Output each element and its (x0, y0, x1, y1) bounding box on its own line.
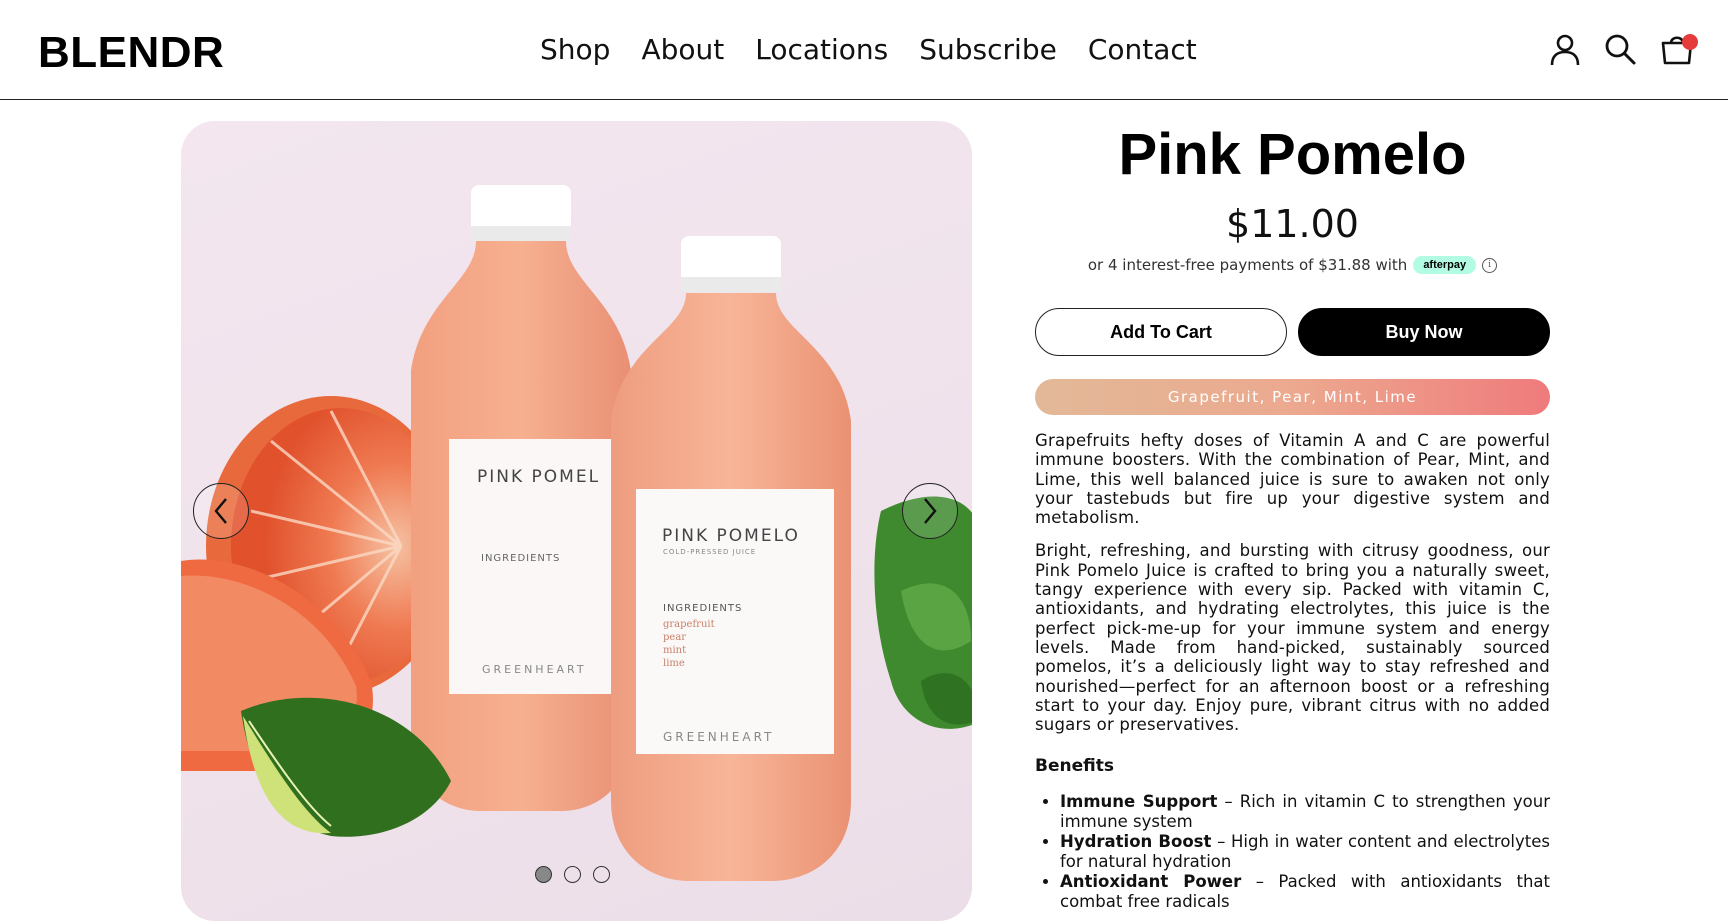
slide-dot-1[interactable] (535, 866, 552, 883)
benefit-name: Hydration Boost (1060, 832, 1212, 852)
info-icon[interactable]: i (1482, 257, 1498, 273)
benefits-heading: Benefits (1035, 756, 1114, 777)
label-title-back: PINK POMEL (477, 467, 600, 487)
nav-subscribe[interactable]: Subscribe (919, 33, 1057, 66)
benefit-name: Immune Support (1060, 792, 1218, 812)
slide-dot-2[interactable] (564, 866, 581, 883)
flavor-tag: Grapefruit, Pear, Mint, Lime (1035, 379, 1550, 415)
product-title: Pink Pomelo (1118, 122, 1467, 187)
afterpay-text: or 4 interest-free payments of $31.88 wi… (1087, 256, 1408, 274)
afterpay-info: or 4 interest-free payments of $31.88 wi… (1035, 256, 1550, 274)
label-sub-front: COLD-PRESSED JUICE (663, 548, 756, 556)
product-info: Pink Pomelo $11.00 or 4 interest-free pa… (1035, 121, 1550, 912)
next-slide-button[interactable] (902, 483, 958, 539)
label-ingredients-back: INGREDIENTS (481, 553, 560, 564)
afterpay-badge[interactable]: afterpay (1413, 256, 1477, 274)
benefit-item: Immune Support – Rich in vitamin C to st… (1060, 792, 1550, 832)
slide-dot-3[interactable] (593, 866, 610, 883)
nav-about[interactable]: About (641, 33, 724, 66)
add-to-cart-button[interactable]: Add To Cart (1035, 308, 1287, 356)
main-nav: Shop About Locations Subscribe Contact (540, 33, 1197, 66)
logo[interactable]: BLENDR (38, 28, 224, 78)
label-title-front: PINK POMELO (662, 526, 800, 546)
juice-bottle-front: PINK POMELO COLD-PRESSED JUICE INGREDIEN… (611, 236, 851, 881)
chevron-left-icon (214, 498, 227, 524)
product-gallery[interactable]: PINK POMEL INGREDIENTS GREENHEART PINK P… (181, 121, 972, 921)
description-paragraph-1: Grapefruits hefty doses of Vitamin A and… (1035, 431, 1550, 528)
benefits-list: Immune Support – Rich in vitamin C to st… (1035, 792, 1550, 912)
juice-bottle-back: PINK POMEL INGREDIENTS GREENHEART (411, 185, 631, 811)
search-icon[interactable] (1603, 32, 1637, 66)
nav-contact[interactable]: Contact (1088, 33, 1197, 66)
product-description: Grapefruits hefty doses of Vitamin A and… (1035, 431, 1550, 734)
label-item-pear: pear (663, 632, 686, 643)
label-ingredients-front: INGREDIENTS (663, 603, 742, 614)
site-header: BLENDR Shop About Locations Subscribe Co… (0, 0, 1728, 100)
product-image: PINK POMEL INGREDIENTS GREENHEART PINK P… (181, 185, 972, 881)
user-icon[interactable] (1548, 32, 1582, 66)
purchase-actions: Add To Cart Buy Now (1035, 308, 1550, 356)
buy-now-button[interactable]: Buy Now (1298, 308, 1550, 356)
benefit-name: Antioxidant Power (1060, 872, 1242, 892)
prev-slide-button[interactable] (193, 483, 249, 539)
cart-badge (1682, 34, 1698, 50)
description-paragraph-2: Bright, refreshing, and bursting with ci… (1035, 541, 1550, 735)
label-item-lime: lime (663, 658, 685, 669)
nav-locations[interactable]: Locations (755, 33, 888, 66)
slide-indicators (535, 866, 622, 883)
label-brand-front: GREENHEART (663, 730, 774, 744)
benefit-item: Antioxidant Power – Packed with antioxid… (1060, 872, 1550, 912)
label-brand-back: GREENHEART (482, 663, 587, 676)
benefit-item: Hydration Boost – High in water content … (1060, 832, 1550, 872)
chevron-right-icon (924, 498, 937, 524)
nav-shop[interactable]: Shop (540, 33, 610, 66)
product-price: $11.00 (1226, 202, 1359, 246)
label-item-grapefruit: grapefruit (663, 619, 715, 630)
label-item-mint: mint (663, 645, 686, 656)
